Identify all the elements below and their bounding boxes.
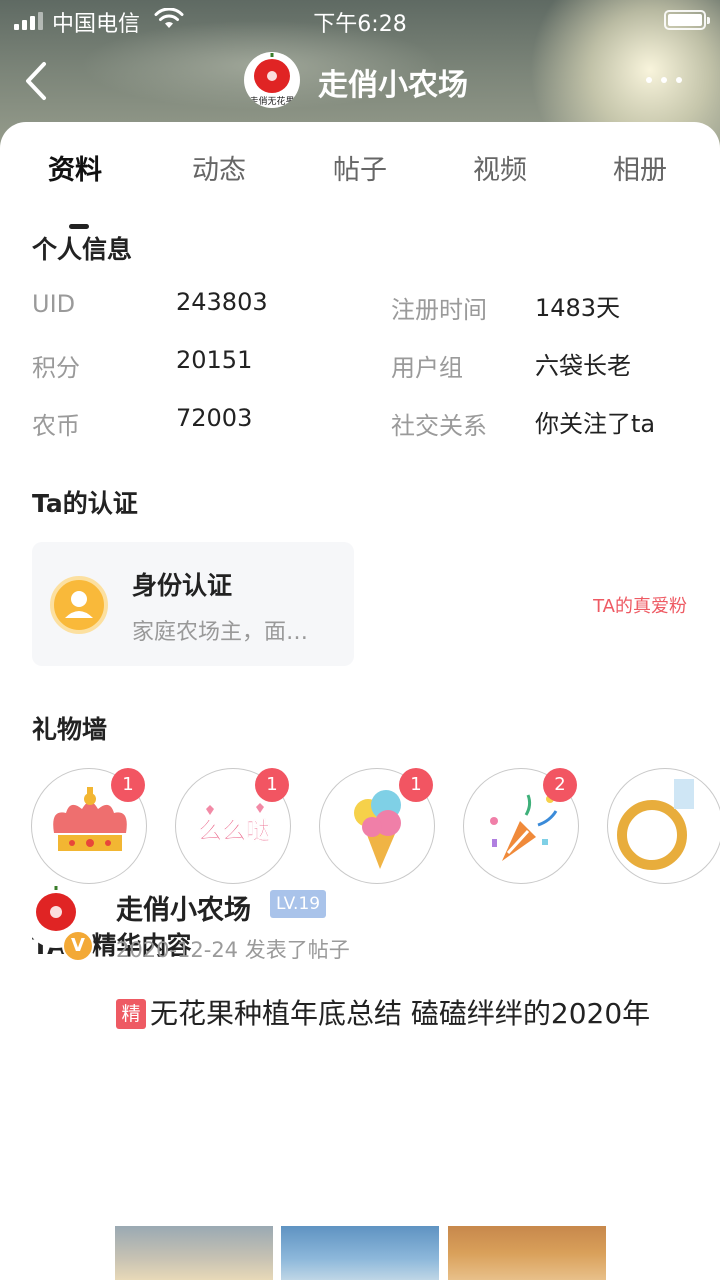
info-value: 1483天 [535,294,621,322]
gift-ring[interactable] [607,768,720,884]
gift-count-badge: 2 [543,768,577,802]
post-image[interactable] [281,1226,439,1280]
info-value: 你关注了ta [535,410,656,438]
post-author-name[interactable]: 走俏小农场 [116,888,251,927]
info-value: 243803 [176,288,268,316]
info-label: 注册时间 [391,296,487,324]
tab-posts[interactable]: 帖子 [333,148,387,187]
tab-activity[interactable]: 动态 [192,148,246,187]
status-bar: 中国电信 下午6:28 [0,0,720,40]
info-value: 六袋长老 [535,352,631,380]
ring-icon [617,779,694,870]
level-badge: LV.19 [270,890,327,918]
certification-card-title: 身份认证 [132,571,233,600]
nav-avatar[interactable]: 走俏无花果 [244,52,300,108]
profile-card: 资料 动态 帖子 视频 相册 个人信息 UID 243803 注册时间 1483… [0,122,720,1280]
true-fans-link[interactable]: TA的真爱粉 [593,592,687,618]
status-time: 下午6:28 [313,12,407,37]
post-title-text: 无花果种植年底总结 磕磕绊绊的2020年 [150,997,651,1030]
battery-icon [664,10,710,30]
info-label: 农币 [32,412,80,440]
gift-count-badge: 1 [255,768,289,802]
certification-title: Ta的认证 [32,489,138,518]
certification-card[interactable]: 身份认证 家庭农场主，面… [32,542,354,666]
post-title[interactable]: 精无花果种植年底总结 磕磕绊绊的2020年 [116,992,696,1036]
user-icon [50,576,108,634]
info-label: 用户组 [391,354,463,382]
tab-bar: 资料 动态 帖子 视频 相册 [0,148,720,229]
post-image[interactable] [115,1226,273,1280]
post-meta: 2020-12-24 发表了帖子 [116,938,350,962]
tab-indicator [69,224,89,229]
info-label: UID [32,290,76,318]
gift-count-badge: 1 [111,768,145,802]
info-value: 20151 [176,346,253,374]
nav-title: 走俏小农场 [318,68,468,103]
post-image[interactable] [448,1226,606,1280]
tab-videos[interactable]: 视频 [473,148,527,187]
personal-info-title: 个人信息 [32,235,133,264]
back-icon[interactable] [18,56,58,106]
gift-count-badge: 1 [399,768,433,802]
featured-tag: 精 [116,999,146,1029]
info-label: 社交关系 [391,412,487,440]
tab-albums[interactable]: 相册 [613,148,667,187]
info-value: 72003 [176,404,253,432]
fig-logo-icon: 走俏无花果 [249,53,295,107]
more-icon[interactable] [646,66,682,94]
tab-profile[interactable]: 资料 [48,148,102,187]
kiss-text: 么么哒 [198,817,270,845]
verified-badge: V [62,930,94,962]
certification-card-desc: 家庭农场主，面… [132,620,309,645]
info-label: 积分 [32,354,80,382]
gift-wall-title: 礼物墙 [32,715,108,744]
